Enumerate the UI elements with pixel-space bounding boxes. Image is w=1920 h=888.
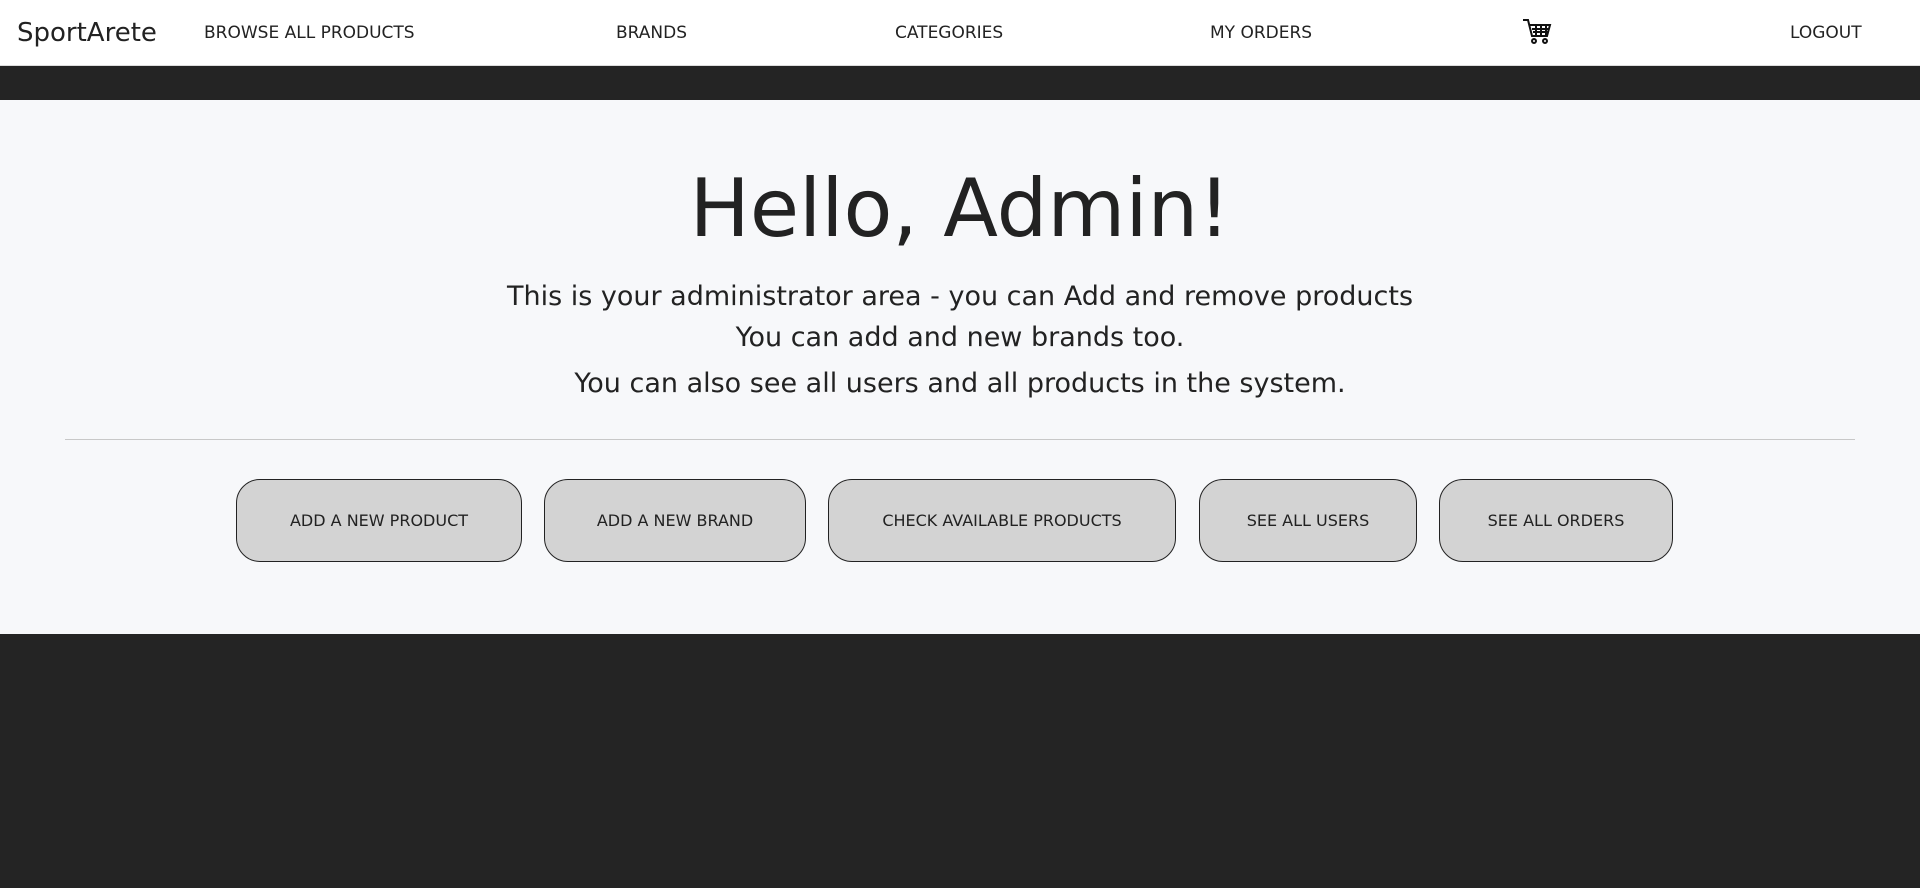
intro-line-1: This is your administrator area - you ca… <box>506 281 1414 312</box>
nav-categories[interactable]: CATEGORIES <box>895 0 1003 66</box>
check-products-button[interactable]: CHECK AVAILABLE PRODUCTS <box>828 479 1176 562</box>
navbar: SportArete BROWSE ALL PRODUCTS BRANDS CA… <box>0 0 1920 66</box>
nav-browse-all-products[interactable]: BROWSE ALL PRODUCTS <box>204 0 415 66</box>
admin-hero: Hello, Admin! This is your administrator… <box>0 100 1920 634</box>
see-orders-button[interactable]: SEE ALL ORDERS <box>1439 479 1673 562</box>
divider <box>65 439 1855 440</box>
page-title: Hello, Admin! <box>689 162 1231 255</box>
intro-line-2: You can add and new brands too. <box>735 322 1185 353</box>
see-users-button[interactable]: SEE ALL USERS <box>1199 479 1417 562</box>
add-product-button[interactable]: ADD A NEW PRODUCT <box>236 479 522 562</box>
logo-link[interactable]: SportArete <box>17 0 157 66</box>
shopping-cart-icon[interactable] <box>1522 18 1552 46</box>
nav-logout[interactable]: LOGOUT <box>1790 0 1862 66</box>
intro-line-3: You can also see all users and all produ… <box>574 368 1346 399</box>
nav-my-orders[interactable]: MY ORDERS <box>1210 0 1312 66</box>
add-brand-button[interactable]: ADD A NEW BRAND <box>544 479 806 562</box>
nav-brands[interactable]: BRANDS <box>616 0 687 66</box>
